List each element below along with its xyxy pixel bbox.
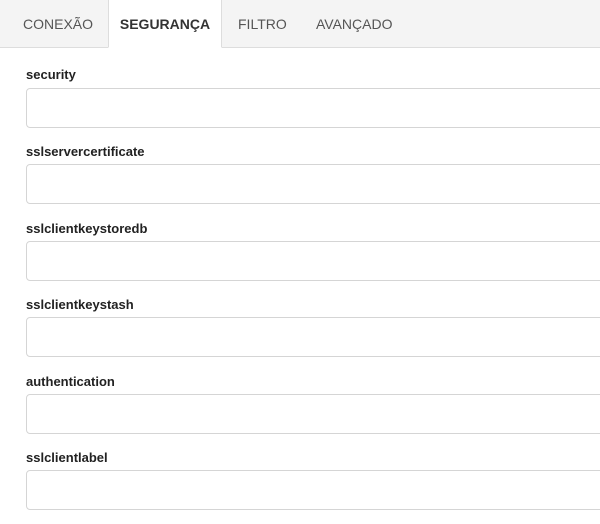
security-label: security — [26, 67, 76, 82]
tab-conexao[interactable]: CONEXÃO — [23, 0, 93, 48]
tab-bar: CONEXÃO SEGURANÇA FILTRO AVANÇADO — [0, 0, 600, 48]
sslclientlabel-input[interactable] — [26, 470, 600, 510]
tab-filtro[interactable]: FILTRO — [238, 0, 287, 48]
tab-avancado[interactable]: AVANÇADO — [316, 0, 393, 48]
sslclientkeystash-label: sslclientkeystash — [26, 297, 134, 312]
tab-seguranca[interactable]: SEGURANÇA — [108, 0, 222, 48]
security-input[interactable] — [26, 88, 600, 128]
sslservercertificate-input[interactable] — [26, 164, 600, 204]
sslclientkeystoredb-input[interactable] — [26, 241, 600, 281]
authentication-input[interactable] — [26, 394, 600, 434]
authentication-label: authentication — [26, 374, 115, 389]
sslclientkeystash-input[interactable] — [26, 317, 600, 357]
sslservercertificate-label: sslservercertificate — [26, 144, 145, 159]
security-form: security sslservercertificate sslclientk… — [0, 48, 600, 524]
sslclientkeystoredb-label: sslclientkeystoredb — [26, 221, 148, 236]
sslclientlabel-label: sslclientlabel — [26, 450, 108, 465]
